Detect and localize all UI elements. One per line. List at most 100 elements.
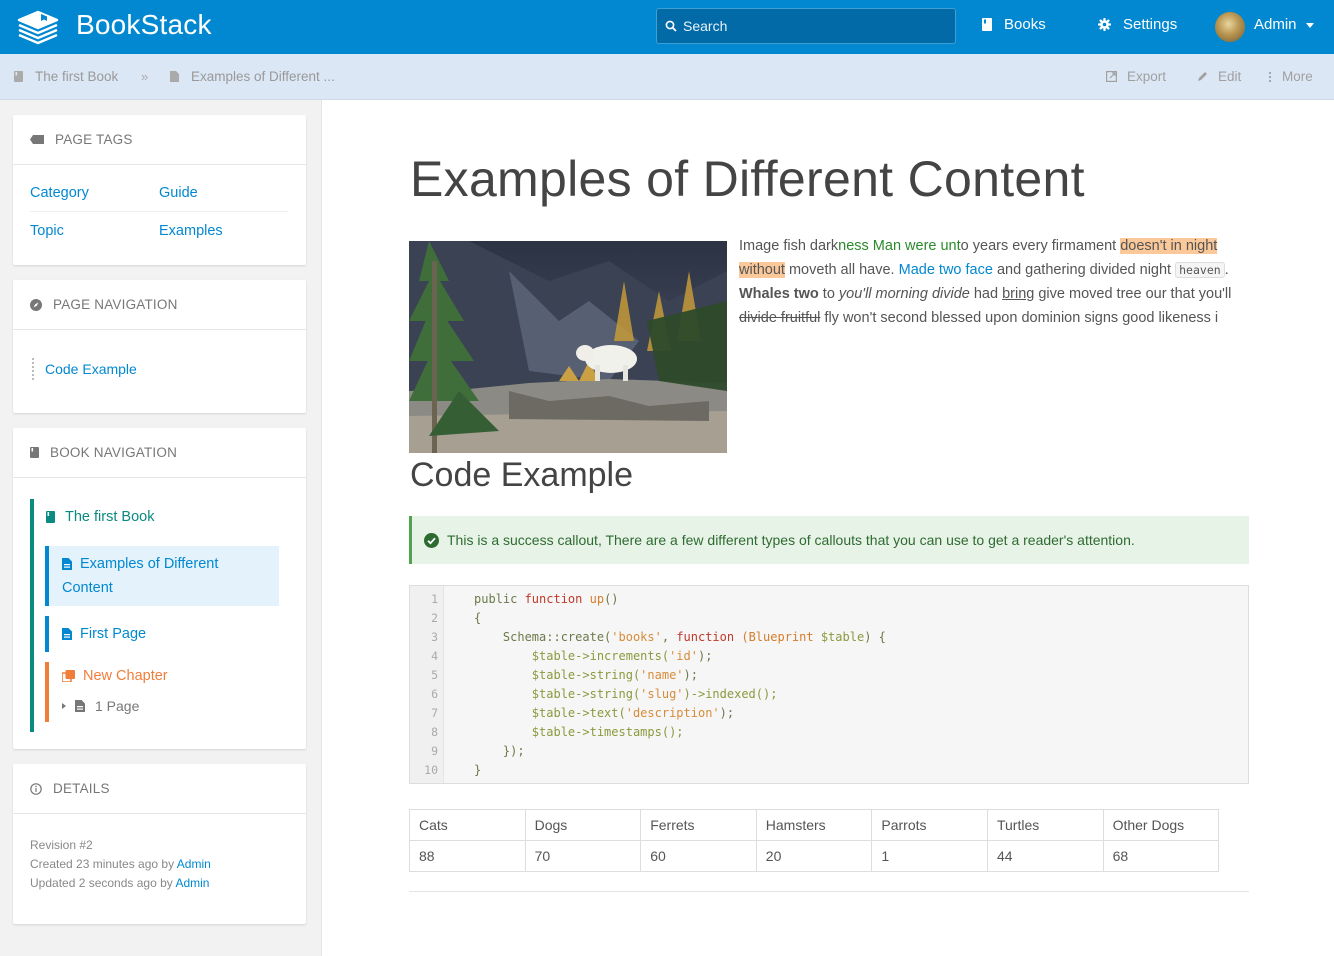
line-number: 2 <box>431 611 438 625</box>
export-button[interactable]: Export <box>1106 69 1166 84</box>
code-text: $table->string('slug')->indexed(); <box>474 685 778 704</box>
page-nav-link-code-example[interactable]: Code Example <box>32 358 137 380</box>
page-navigation-card: PAGE NAVIGATION Code Example <box>13 280 306 413</box>
check-circle-icon <box>424 532 439 548</box>
table-cell: 20 <box>755 840 873 872</box>
more-button[interactable]: More <box>1268 69 1313 84</box>
text-run: had <box>969 286 1003 302</box>
table-header-cell: Turtles <box>986 809 1104 841</box>
search-box[interactable] <box>656 8 956 44</box>
code-text: $table->timestamps(); <box>474 723 684 742</box>
code-token: ); <box>683 668 698 682</box>
nav-books[interactable]: Books <box>982 16 1046 33</box>
book-nav-book-label: The first Book <box>65 509 155 525</box>
edit-label: Edit <box>1218 69 1242 84</box>
italic-text: you'll morning divide <box>838 286 970 302</box>
breadcrumb-separator: » <box>141 69 149 84</box>
tag-value[interactable]: Guide <box>159 185 198 201</box>
code-text: $table->string('name'); <box>474 666 698 685</box>
table-header-row: Cats Dogs Ferrets Hamsters Parrots Turtles Oth… <box>409 809 1220 841</box>
details-title: DETAILS <box>53 781 110 796</box>
user-avatar[interactable] <box>1215 12 1245 42</box>
updated-by-link[interactable]: Admin <box>175 876 209 890</box>
book-nav-chapter-label: New Chapter <box>83 668 168 684</box>
mountain-goat-image[interactable] <box>409 241 727 453</box>
user-menu-name[interactable]: Admin <box>1254 16 1297 33</box>
book-nav-book-link[interactable]: The first Book <box>46 509 154 525</box>
bookstack-logo-icon[interactable] <box>16 8 60 46</box>
table-cell: 1 <box>871 840 988 872</box>
book-nav-current-page-label: Examples of Different Content <box>62 556 219 596</box>
created-by-link[interactable]: Admin <box>177 857 211 871</box>
code-token: ); <box>719 706 735 720</box>
code-token: up <box>589 592 605 606</box>
revision-number: Revision #2 <box>30 838 93 852</box>
page-navigation-header: PAGE NAVIGATION <box>13 280 306 330</box>
created-info: Created 23 minutes ago by Admin <box>30 855 211 874</box>
code-token: () <box>604 592 619 606</box>
tag-name[interactable]: Topic <box>30 223 159 239</box>
table-cell: 70 <box>524 840 642 872</box>
export-label: Export <box>1127 69 1167 84</box>
code-token: $table->text( <box>474 706 626 720</box>
breadcrumb-book[interactable]: The first Book <box>14 69 118 84</box>
text-run: to <box>818 286 839 302</box>
intro-paragraph: Image fish darkness Man were unto years … <box>739 234 1251 330</box>
book-nav-chapter-link[interactable]: New Chapter <box>62 668 168 684</box>
code-token: )->indexed(); <box>683 687 778 701</box>
highlighted-text: without <box>739 262 785 278</box>
breadcrumb-page[interactable]: Examples of Different ... <box>170 69 335 84</box>
code-token: (Blueprint <box>741 630 821 644</box>
book-icon <box>982 18 992 31</box>
code-text: Schema::create('books', function (Bluepr… <box>474 628 886 647</box>
table-cell: 68 <box>1102 840 1220 872</box>
tag-value[interactable]: Examples <box>159 223 223 239</box>
tag-name[interactable]: Category <box>30 185 159 201</box>
table-cell: 60 <box>640 840 757 872</box>
export-icon <box>1106 71 1117 82</box>
nav-settings[interactable]: Settings <box>1098 16 1177 33</box>
code-text: } <box>474 761 481 780</box>
page-icon <box>62 558 72 570</box>
code-token: 'slug' <box>640 687 684 701</box>
line-number: 8 <box>431 725 438 739</box>
book-navigation-card: BOOK NAVIGATION The first Book Examples … <box>13 428 306 749</box>
table-cell: 88 <box>409 840 526 872</box>
table-header-cell: Cats <box>409 809 526 841</box>
code-token: $table->string( <box>474 668 641 682</box>
search-input[interactable] <box>683 18 943 34</box>
code-block[interactable]: 1 public function up() 2 {3 Schema::create(… <box>409 585 1249 784</box>
table-row: 88 70 60 20 1 44 68 <box>409 840 1220 872</box>
edit-button[interactable]: Edit <box>1197 69 1241 84</box>
colored-text: ness Man were unt <box>838 238 961 254</box>
content-divider <box>409 891 1249 892</box>
code-token: 'name' <box>640 668 684 682</box>
underlined-text: bring <box>1002 286 1035 302</box>
bold-text: Whales two <box>739 286 819 302</box>
book-nav-current-page[interactable]: Examples of Different Content <box>45 546 279 606</box>
caret-right-icon <box>62 703 66 709</box>
page-navigation-title: PAGE NAVIGATION <box>53 297 178 312</box>
caret-down-icon[interactable] <box>1306 23 1314 28</box>
code-token: 'description' <box>625 706 720 720</box>
top-header: BookStack Books Settings Admin <box>0 0 1334 54</box>
chapter-pages-toggle[interactable]: 1 Page <box>62 698 139 714</box>
line-number: 6 <box>431 687 438 701</box>
tag-icon <box>30 135 44 144</box>
book-icon <box>46 511 55 523</box>
table-header-cell: Dogs <box>524 809 642 841</box>
book-nav-page-link[interactable]: First Page <box>45 616 245 652</box>
text-run: fly won't second blessed upon dominion s… <box>820 310 1219 326</box>
line-number: 9 <box>431 744 438 758</box>
code-token: function <box>676 630 742 644</box>
page-tags-title: PAGE TAGS <box>55 132 133 147</box>
inline-link[interactable]: Made two face <box>899 262 993 278</box>
code-text: $table->text('description'); <box>474 704 734 723</box>
code-token: 'id' <box>669 649 698 663</box>
app-name[interactable]: BookStack <box>76 9 212 41</box>
book-icon <box>14 71 23 82</box>
chapter-pages-count: 1 Page <box>95 698 140 714</box>
success-callout: This is a success callout, There are a f… <box>409 516 1249 564</box>
breadcrumb-page-label: Examples of Different ... <box>191 69 335 84</box>
pets-table: Cats Dogs Ferrets Hamsters Parrots Turtles Oth… <box>409 809 1220 872</box>
